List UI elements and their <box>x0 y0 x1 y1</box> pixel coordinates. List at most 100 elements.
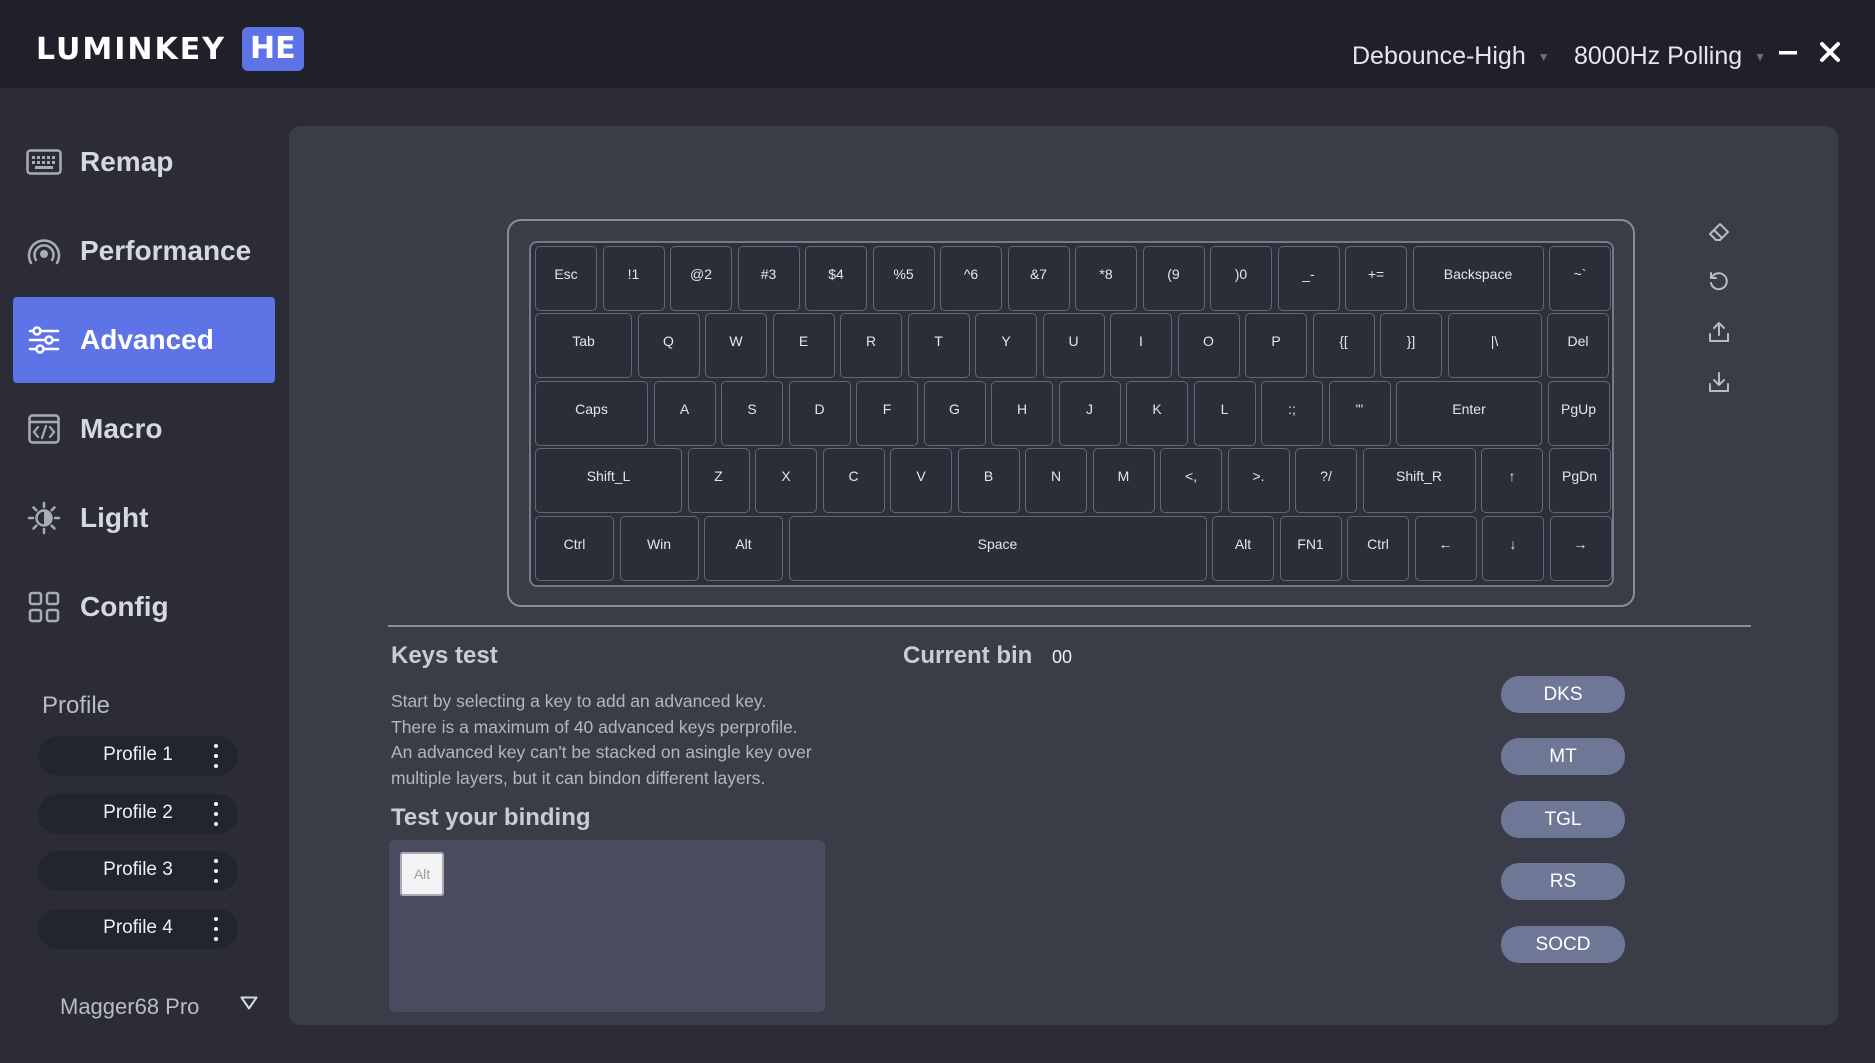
key[interactable]: Del <box>1547 313 1609 378</box>
export-icon[interactable] <box>1705 318 1733 346</box>
key[interactable]: #3 <box>737 246 800 311</box>
dks-button[interactable]: DKS <box>1501 676 1625 713</box>
key[interactable]: Q <box>637 313 700 378</box>
key[interactable]: N <box>1025 448 1087 513</box>
sidebar-item-advanced[interactable]: Advanced <box>13 297 275 383</box>
key[interactable]: X <box>755 448 817 513</box>
profile-name: Profile 1 <box>103 744 173 765</box>
tgl-button[interactable]: TGL <box>1501 801 1625 838</box>
key[interactable]: A <box>653 381 716 446</box>
import-icon[interactable] <box>1705 368 1733 396</box>
key[interactable]: P <box>1245 313 1307 378</box>
key[interactable]: PgDn <box>1548 448 1611 513</box>
key[interactable]: "' <box>1328 381 1391 446</box>
profile-item[interactable]: Profile 4 <box>38 909 238 949</box>
key[interactable]: !1 <box>602 246 665 311</box>
key[interactable]: Enter <box>1396 381 1542 446</box>
key[interactable]: K <box>1126 381 1188 446</box>
key[interactable]: M <box>1092 448 1155 513</box>
key[interactable]: @2 <box>670 246 732 311</box>
key[interactable]: Ctrl <box>1347 516 1409 581</box>
sidebar-item-light[interactable]: Light <box>13 475 275 561</box>
profile-item[interactable]: Profile 3 <box>38 851 238 891</box>
key[interactable]: W <box>705 313 767 378</box>
key[interactable]: Caps <box>535 381 648 446</box>
key[interactable]: Tab <box>535 313 632 378</box>
key[interactable]: E <box>772 313 835 378</box>
key[interactable]: <, <box>1160 448 1222 513</box>
minimize-button[interactable] <box>1772 36 1804 68</box>
key[interactable]: Ctrl <box>535 516 614 581</box>
more-options-icon[interactable] <box>212 744 220 768</box>
key[interactable]: *8 <box>1075 246 1137 311</box>
key[interactable]: ^6 <box>940 246 1002 311</box>
chevron-down-icon: ▼ <box>1754 49 1767 64</box>
key[interactable]: B <box>957 448 1020 513</box>
key[interactable]: (9 <box>1142 246 1205 311</box>
key[interactable]: J <box>1058 381 1121 446</box>
key[interactable]: D <box>788 381 851 446</box>
key[interactable]: → <box>1549 516 1612 581</box>
triangle-down-icon[interactable] <box>240 996 258 1015</box>
key[interactable]: {[ <box>1312 313 1375 378</box>
key[interactable]: F <box>856 381 918 446</box>
socd-button[interactable]: SOCD <box>1501 926 1625 963</box>
key[interactable]: U <box>1042 313 1105 378</box>
key[interactable]: O <box>1177 313 1240 378</box>
key[interactable]: T <box>907 313 970 378</box>
key[interactable]: += <box>1345 246 1407 311</box>
sidebar-item-performance[interactable]: Performance <box>13 208 275 294</box>
key[interactable]: V <box>890 448 952 513</box>
more-options-icon[interactable] <box>212 802 220 826</box>
key[interactable]: %5 <box>872 246 935 311</box>
mt-button[interactable]: MT <box>1501 738 1625 775</box>
key[interactable]: Esc <box>535 246 597 311</box>
key[interactable]: FN1 <box>1279 516 1342 581</box>
sidebar-item-macro[interactable]: Macro <box>13 386 275 472</box>
key[interactable]: H <box>991 381 1053 446</box>
polling-dropdown[interactable]: 8000Hz Polling ▼ <box>1574 42 1766 71</box>
key[interactable]: ↓ <box>1482 516 1544 581</box>
profile-item[interactable]: Profile 2 <box>38 794 238 834</box>
key[interactable]: Alt <box>704 516 783 581</box>
sidebar-item-remap[interactable]: Remap <box>13 119 275 205</box>
key[interactable]: _- <box>1277 246 1340 311</box>
key[interactable]: ?/ <box>1295 448 1357 513</box>
key[interactable]: $4 <box>805 246 867 311</box>
key[interactable]: &7 <box>1007 246 1070 311</box>
key[interactable]: ← <box>1414 516 1477 581</box>
key[interactable]: }] <box>1380 313 1442 378</box>
key[interactable]: ~` <box>1549 246 1611 311</box>
more-options-icon[interactable] <box>212 859 220 883</box>
key[interactable]: Y <box>975 313 1037 378</box>
key[interactable]: |\ <box>1447 313 1542 378</box>
more-options-icon[interactable] <box>212 917 220 941</box>
debounce-dropdown[interactable]: Debounce-High ▼ <box>1352 42 1550 71</box>
key[interactable]: Shift_R <box>1362 448 1476 513</box>
key[interactable]: Win <box>619 516 699 581</box>
key[interactable]: >. <box>1227 448 1290 513</box>
key[interactable]: I <box>1110 313 1172 378</box>
reset-icon[interactable] <box>1705 268 1733 296</box>
key[interactable]: Backspace <box>1412 246 1544 311</box>
key[interactable]: L <box>1193 381 1256 446</box>
key[interactable]: C <box>822 448 885 513</box>
key[interactable]: PgUp <box>1547 381 1610 446</box>
key[interactable]: )0 <box>1210 246 1272 311</box>
rs-button[interactable]: RS <box>1501 863 1625 900</box>
key[interactable]: Z <box>687 448 750 513</box>
device-selector[interactable]: Magger68 Pro <box>60 994 199 1020</box>
sidebar-item-config[interactable]: Config <box>13 564 275 650</box>
profile-item[interactable]: Profile 1 <box>38 736 238 776</box>
key[interactable]: ↑ <box>1481 448 1543 513</box>
key[interactable]: S <box>721 381 783 446</box>
close-button[interactable] <box>1814 36 1846 68</box>
key[interactable]: :; <box>1261 381 1323 446</box>
key[interactable]: Shift_L <box>535 448 682 513</box>
eraser-icon[interactable] <box>1705 218 1733 246</box>
key[interactable]: G <box>923 381 986 446</box>
key[interactable]: Space <box>788 516 1207 581</box>
test-binding-area[interactable]: Alt <box>389 840 825 1012</box>
key[interactable]: R <box>840 313 902 378</box>
key[interactable]: Alt <box>1212 516 1274 581</box>
